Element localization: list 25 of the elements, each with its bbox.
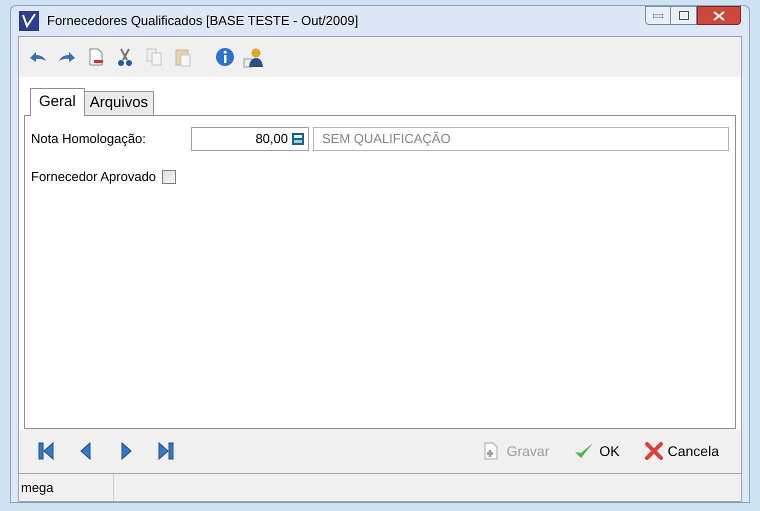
- close-button[interactable]: [697, 6, 741, 25]
- checkbox[interactable]: [162, 170, 176, 184]
- cross-icon: [644, 441, 664, 461]
- calculator-icon[interactable]: [292, 133, 304, 145]
- checkbox-label: Fornecedor Aprovado: [31, 168, 156, 186]
- last-record-icon[interactable]: [157, 441, 175, 461]
- info-icon[interactable]: [214, 46, 236, 68]
- minimize-button[interactable]: [645, 6, 671, 25]
- first-record-icon[interactable]: [37, 441, 55, 461]
- qualification-field: SEM QUALIFICAÇÃO: [313, 127, 729, 151]
- field-label: Nota Homologação:: [31, 130, 147, 148]
- status-user: mega: [19, 474, 114, 501]
- cancel-button[interactable]: Cancela: [640, 440, 723, 462]
- maximize-button[interactable]: [671, 6, 697, 25]
- window-title: Fornecedores Qualificados [BASE TESTE - Out/2009]: [47, 12, 358, 30]
- minimize-icon: [653, 14, 663, 18]
- score-field[interactable]: 80,00: [191, 127, 309, 151]
- tab[interactable]: Geral: [30, 88, 85, 116]
- maximize-icon: [678, 11, 688, 20]
- ok-button[interactable]: OK: [569, 440, 624, 462]
- tab[interactable]: Arquivos: [84, 91, 154, 115]
- app-logo-icon: [19, 11, 39, 31]
- user-icon[interactable]: [243, 46, 265, 68]
- close-icon: [713, 10, 725, 20]
- field-value: 80,00: [255, 130, 288, 148]
